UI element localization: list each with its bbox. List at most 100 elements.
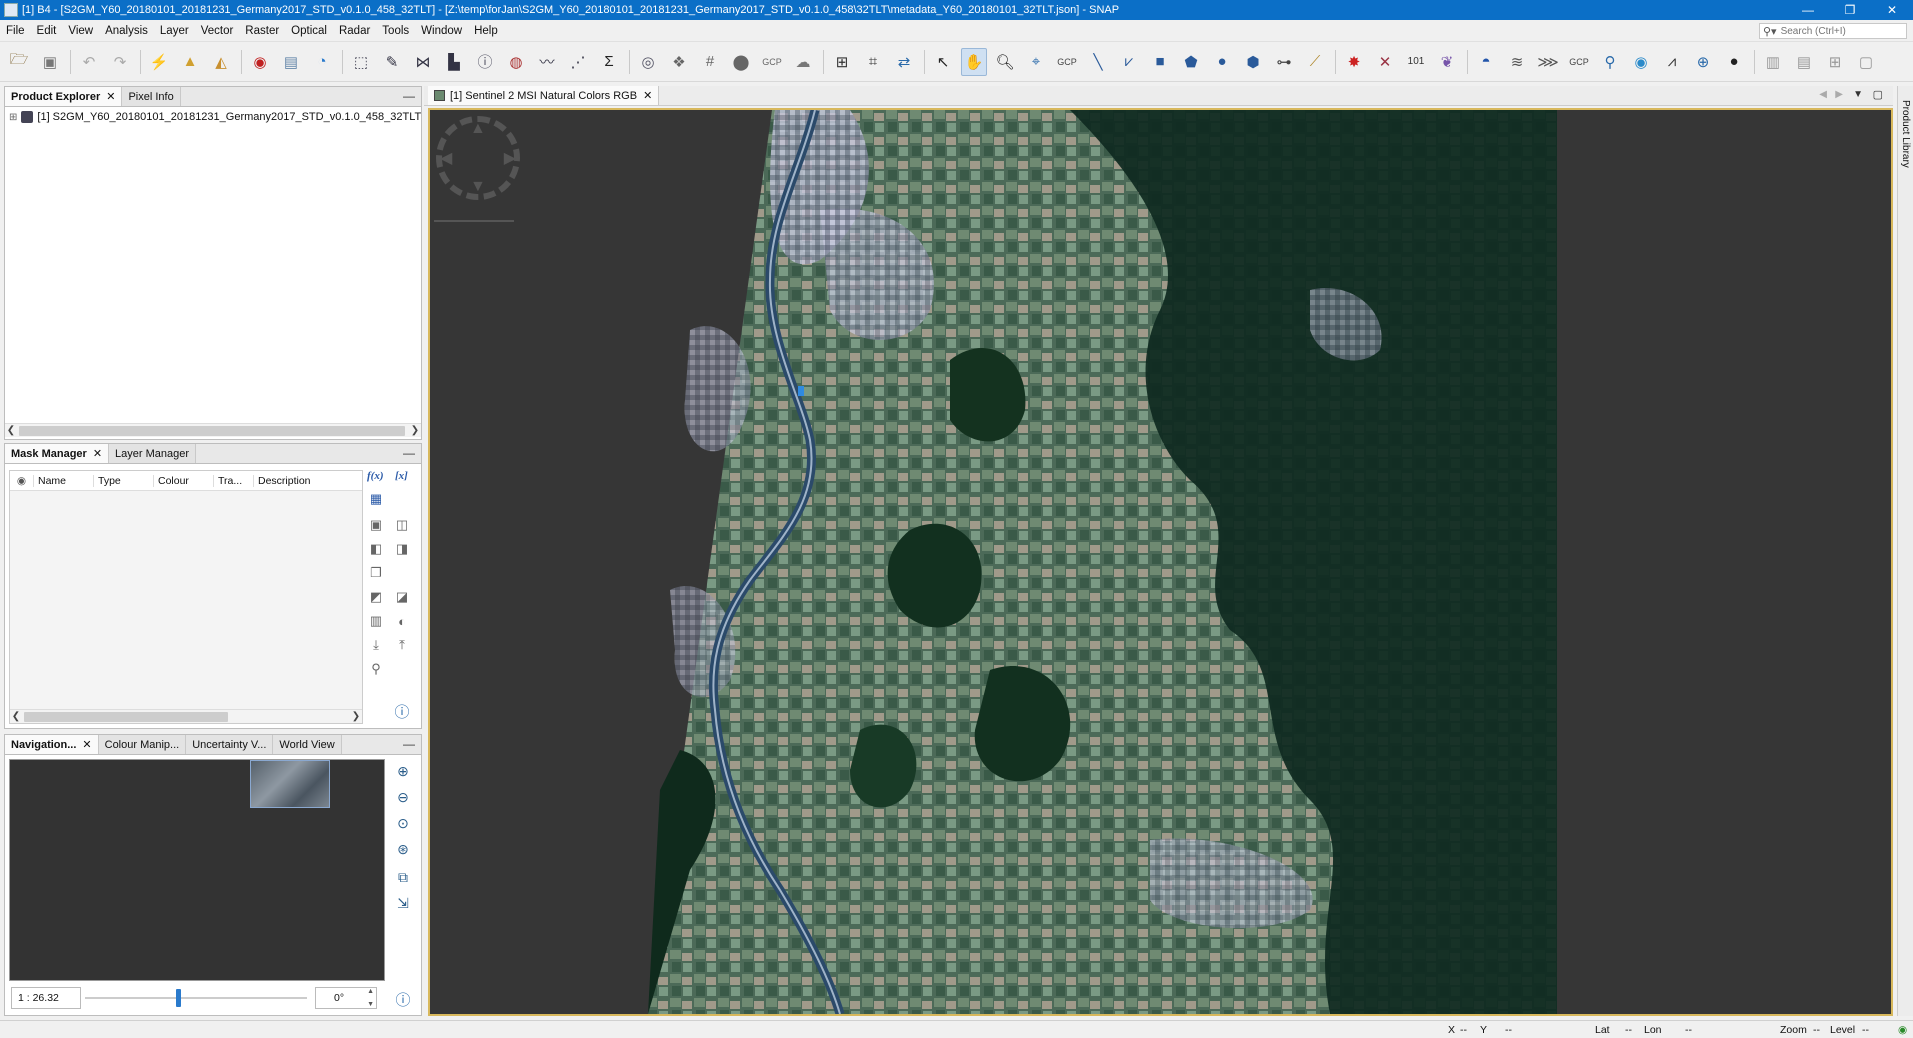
horizontal-scrollbar[interactable]: ❮ ❯ — [5, 423, 421, 437]
scroll-left-icon[interactable]: ❮ — [10, 710, 22, 724]
range-mask-icon[interactable]: ▦ — [367, 490, 385, 508]
search-box[interactable]: ⚲▾ — [1759, 23, 1907, 39]
tab-world-view[interactable]: World View — [273, 735, 342, 754]
tab-colour-manipulation[interactable]: Colour Manip... — [98, 735, 187, 754]
menu-radar[interactable]: Radar — [333, 20, 376, 42]
eye-icon[interactable]: ◉ — [1628, 48, 1654, 76]
redo-icon[interactable]: ↷ — [107, 48, 133, 76]
visibility-eye-icon[interactable]: ◉ — [10, 474, 34, 487]
zoom-to-mask-icon[interactable]: ⚲ — [367, 660, 385, 678]
range-finder-icon[interactable]: ⊶ — [1271, 48, 1297, 76]
save-product-icon[interactable]: ▣ — [37, 48, 63, 76]
select-tool-icon[interactable]: ↖ — [930, 48, 956, 76]
magic-wand-icon[interactable]: ⟋ — [1302, 48, 1328, 76]
terrain-icon[interactable]: ◓ — [1473, 48, 1499, 76]
scale-field[interactable]: 1 : 26.32 — [11, 987, 81, 1009]
search-input[interactable] — [1780, 25, 1891, 37]
horizontal-scrollbar[interactable]: ❮ ❯ — [10, 709, 362, 723]
tab-pixel-info[interactable]: Pixel Info — [122, 87, 181, 106]
menu-analysis[interactable]: Analysis — [99, 20, 154, 42]
scroll-tabs-right-icon[interactable]: ▶ — [1835, 89, 1843, 100]
pan-up-icon[interactable]: ▲ — [470, 120, 486, 138]
star-icon[interactable]: ✸ — [1341, 48, 1367, 76]
remove-mask-icon[interactable]: ▥ — [367, 612, 385, 630]
pin-icon[interactable]: ⇄ — [891, 48, 917, 76]
function-expression-button[interactable]: f(x) — [367, 470, 384, 482]
copy-mask-icon[interactable]: ❐ — [367, 564, 385, 582]
gcp-tool-icon[interactable]: GCP — [1054, 48, 1080, 76]
minimize-panel-icon[interactable]: — — [403, 737, 415, 751]
zoom-in-icon[interactable]: ⊕ — [393, 761, 413, 781]
satellite-image-canvas[interactable] — [430, 110, 1891, 1014]
import-icon[interactable]: ▲ — [177, 48, 203, 76]
pan-down-icon[interactable]: ▼ — [470, 178, 486, 196]
gcp-icon[interactable]: GCP — [759, 48, 785, 76]
complement-mask-icon[interactable]: ◨ — [393, 540, 411, 558]
eye-pick-icon[interactable]: ⚲ — [1597, 48, 1623, 76]
edit-tool-icon[interactable]: ✎ — [379, 48, 405, 76]
intersection-mask-icon[interactable]: ◫ — [393, 516, 411, 534]
restore-button[interactable]: ❐ — [1829, 0, 1871, 20]
difference-mask-icon[interactable]: ◧ — [367, 540, 385, 558]
scroll-right-icon[interactable]: ❯ — [409, 424, 421, 438]
scroll-right-icon[interactable]: ❯ — [350, 710, 362, 724]
column-header-colour[interactable]: Colour — [154, 474, 214, 487]
menu-window[interactable]: Window — [415, 20, 468, 42]
import-mask-icon[interactable]: ⤓ — [367, 636, 385, 654]
zoom-slider-thumb[interactable] — [176, 989, 181, 1007]
zoom-pin-icon[interactable]: ⌖ — [1023, 48, 1049, 76]
rotation-angle-field[interactable]: 0° ▲ ▼ — [315, 987, 377, 1009]
sync-cursor-icon[interactable]: ⇲ — [393, 893, 413, 913]
close-tab-icon[interactable]: ✕ — [643, 89, 652, 102]
spinner-up-icon[interactable]: ▲ — [367, 988, 374, 995]
polygon-tool-icon[interactable]: ⬟ — [1178, 48, 1204, 76]
column-header-name[interactable]: Name — [34, 474, 94, 487]
cross-icon[interactable]: ✕ — [1372, 48, 1398, 76]
layer-icon[interactable]: ❖ — [666, 48, 692, 76]
sphere-icon[interactable]: ● — [1721, 48, 1747, 76]
open-image-icon[interactable]: ▤ — [278, 48, 304, 76]
tab-list-icon[interactable]: ▼ — [1853, 89, 1863, 100]
minimize-button[interactable]: — — [1787, 0, 1829, 20]
globe-icon[interactable]: ◎ — [635, 48, 661, 76]
expand-icon[interactable]: ⊞ — [9, 112, 17, 123]
pan-right-icon[interactable]: ▶ — [504, 148, 516, 168]
image-view[interactable]: ▲ ▼ ◀ ▶ — [428, 108, 1893, 1016]
undo-icon[interactable]: ↶ — [76, 48, 102, 76]
column-header-description[interactable]: Description — [254, 475, 311, 487]
rectangle-tool-icon[interactable]: ■ — [1147, 48, 1173, 76]
scroll-thumb[interactable] — [24, 712, 228, 722]
sync-views-icon[interactable]: ⧉ — [393, 867, 413, 887]
column-header-transparency[interactable]: Tra... — [214, 474, 254, 487]
zoom-pixel-icon[interactable]: ⊙ — [393, 813, 413, 833]
pan-tool-icon[interactable]: ✋ — [961, 47, 987, 76]
flow-icon[interactable]: ≋ — [1504, 48, 1530, 76]
zoom-out-icon[interactable]: ⊖ — [393, 787, 413, 807]
information-icon[interactable]: ⓘ — [472, 48, 498, 76]
close-tab-icon[interactable]: ✕ — [93, 447, 102, 460]
export-mask-icon[interactable]: ⤒ — [393, 636, 411, 654]
tab-product-explorer[interactable]: Product Explorer ✕ — [5, 87, 123, 106]
close-window-button[interactable]: ✕ — [1871, 0, 1913, 20]
tile-single-icon[interactable]: ▢ — [1853, 48, 1879, 76]
tab-image-view[interactable]: [1] Sentinel 2 MSI Natural Colors RGB ✕ — [428, 86, 660, 105]
help-icon[interactable]: ⓘ — [393, 989, 413, 1009]
zoom-all-icon[interactable]: ⊛ — [393, 839, 413, 859]
edit-mask-icon[interactable]: ◩ — [367, 588, 385, 606]
cluster-icon[interactable]: ❦ — [1434, 48, 1460, 76]
classify-icon[interactable]: ⌗ — [860, 48, 886, 76]
minimize-panel-icon[interactable]: — — [403, 89, 415, 103]
menu-tools[interactable]: Tools — [376, 20, 415, 42]
world-map-icon[interactable]: ◔ — [309, 48, 335, 76]
network-icon[interactable]: ⊞ — [829, 48, 855, 76]
open-product-icon[interactable]: 🗁 — [6, 48, 32, 76]
close-tab-icon[interactable]: ✕ — [82, 738, 91, 751]
menu-view[interactable]: View — [62, 20, 99, 42]
spinner-down-icon[interactable]: ▼ — [367, 1001, 374, 1008]
binary-icon[interactable]: 101 — [1403, 48, 1429, 76]
ellipse-tool-icon[interactable]: ● — [1209, 48, 1235, 76]
scroll-left-icon[interactable]: ❮ — [5, 424, 17, 438]
scroll-tabs-left-icon[interactable]: ◀ — [1819, 89, 1827, 100]
zoom-control-slider[interactable] — [434, 220, 514, 222]
minimize-panel-icon[interactable]: — — [403, 446, 415, 460]
